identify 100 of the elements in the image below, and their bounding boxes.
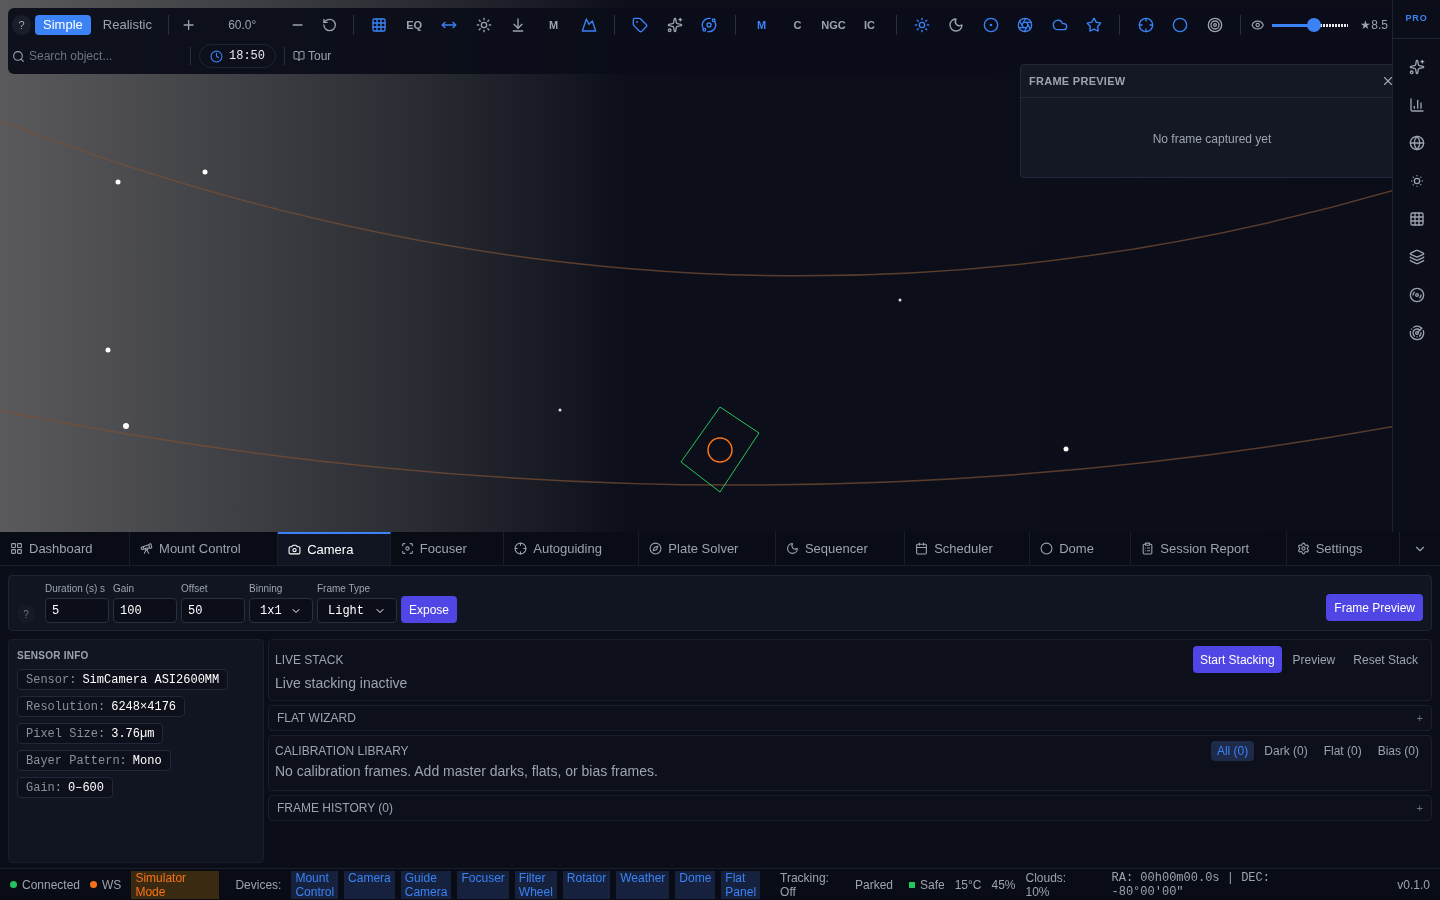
disc-icon[interactable] <box>1408 287 1425 303</box>
tab[interactable]: Dome <box>1030 532 1132 565</box>
tab[interactable]: Settings <box>1286 532 1401 565</box>
tab[interactable]: Plate Solver <box>639 532 776 565</box>
close-icon[interactable] <box>1381 74 1392 88</box>
input-field[interactable]: 5 <box>45 598 109 623</box>
filter-tab[interactable]: Flat (0) <box>1317 741 1368 761</box>
bar-chart-icon[interactable] <box>1408 97 1425 113</box>
field-label: Gain <box>113 582 136 596</box>
start-stacking-button[interactable]: Start Stacking <box>1192 646 1282 673</box>
field-label: Duration (s) s <box>45 582 106 596</box>
device-chip[interactable]: Focuser <box>457 870 509 899</box>
tab[interactable]: Autoguiding <box>504 532 640 565</box>
sparkles-icon[interactable] <box>1408 59 1425 75</box>
property-label: Bayer Pattern: <box>26 752 127 770</box>
frame-history-panel[interactable]: FRAME HISTORY (0) + <box>268 795 1432 821</box>
moon-icon <box>785 542 799 555</box>
field-label: Frame Type <box>317 582 372 596</box>
input-field[interactable]: 100 <box>113 598 177 623</box>
circle-dot-icon[interactable] <box>982 17 999 33</box>
catalog-toggle[interactable]: M <box>745 13 778 37</box>
device-chip[interactable]: Weather <box>616 870 670 899</box>
frame-preview-button[interactable]: Frame Preview <box>1326 594 1423 621</box>
filter-tab[interactable]: All (0) <box>1210 741 1255 761</box>
small-sun-icon[interactable] <box>913 17 930 33</box>
aperture-icon[interactable] <box>1017 17 1034 33</box>
grid-icon[interactable] <box>370 17 387 33</box>
filter-tab[interactable]: Dark (0) <box>1258 741 1314 761</box>
catalog-toggle[interactable]: C <box>781 13 814 37</box>
mode-toggle[interactable]: Simple <box>35 15 91 35</box>
property-value: 0–600 <box>68 779 105 797</box>
filter-tab[interactable]: Bias (0) <box>1371 741 1425 761</box>
tab[interactable]: Session Report <box>1131 532 1287 565</box>
tab[interactable]: Dashboard <box>0 532 131 565</box>
property-value: Mono <box>132 752 162 770</box>
device-chip[interactable]: Flat Panel <box>721 870 761 899</box>
stack-status: Live stacking inactive <box>275 674 409 693</box>
tag-icon[interactable] <box>632 17 649 33</box>
telescope-icon <box>140 542 154 555</box>
search-field[interactable]: Search object... <box>29 47 169 65</box>
device-chip[interactable]: Camera <box>344 870 395 899</box>
catalog-toggle[interactable]: NGC <box>817 13 850 37</box>
device-chip[interactable]: Filter Wheel <box>514 870 557 899</box>
device-chip[interactable]: Dome <box>675 870 716 899</box>
section-title: LIVE STACK <box>275 651 344 669</box>
sun-icon[interactable] <box>475 17 492 33</box>
tracking-status: Tracking: Off <box>780 870 829 899</box>
help-button[interactable]: ? <box>17 605 35 623</box>
expand-toggle[interactable]: + <box>1416 709 1423 727</box>
safety-status: Safe <box>920 877 945 892</box>
property-label: Gain: <box>26 779 62 797</box>
input-field[interactable]: 50 <box>181 598 245 623</box>
tour-button[interactable]: Tour <box>293 47 332 65</box>
cloud-icon[interactable] <box>1051 17 1068 33</box>
humidity: 45% <box>991 877 1016 892</box>
catalog-toggle[interactable]: IC <box>853 13 886 37</box>
target-icon[interactable] <box>1206 17 1223 33</box>
version: v0.1.0 <box>1397 877 1430 892</box>
dropdown[interactable]: Light <box>317 598 397 623</box>
status-label: Connected <box>22 877 81 892</box>
clock-icon <box>210 49 223 63</box>
field-label: Binning <box>249 582 284 596</box>
stack-button[interactable]: Reset Stack <box>1346 646 1425 673</box>
radar-icon[interactable] <box>1408 325 1425 341</box>
star-icon[interactable] <box>1086 17 1103 33</box>
flat-wizard-panel[interactable]: FLAT WIZARD + <box>268 705 1432 731</box>
mode-toggle[interactable]: Realistic <box>94 15 160 35</box>
tab[interactable]: Scheduler <box>905 532 1031 565</box>
device-chip[interactable]: Rotator <box>562 870 611 899</box>
catalog-toggle[interactable]: EQ <box>398 13 431 37</box>
property-label: Sensor: <box>26 671 77 689</box>
coordinates: RA: 00h00m00.0s | DEC: -80°00'00" <box>1111 870 1271 899</box>
layers-icon[interactable] <box>1408 249 1425 265</box>
sun-icon[interactable] <box>1408 173 1425 189</box>
section-title: SENSOR INFO <box>17 649 90 663</box>
dropdown[interactable]: 1x1 <box>249 598 313 623</box>
tab[interactable]: Camera <box>278 532 391 565</box>
device-chip[interactable]: Mount Control <box>291 870 339 899</box>
field-of-view: 60.0° <box>227 17 258 34</box>
grid-icon[interactable] <box>1408 211 1425 227</box>
reset-icon[interactable] <box>321 17 337 33</box>
expose-button[interactable]: Expose <box>401 596 458 623</box>
sparkles-icon[interactable] <box>666 17 683 33</box>
crosshair-icon[interactable] <box>1137 17 1154 33</box>
circle-icon[interactable] <box>1172 17 1189 33</box>
tab[interactable]: Focuser <box>390 532 505 565</box>
magnitude-slider[interactable] <box>1272 18 1349 32</box>
help-button[interactable]: ? <box>12 15 32 35</box>
crosshair-icon <box>514 542 528 555</box>
moon-icon[interactable] <box>948 17 965 33</box>
stack-button[interactable]: Preview <box>1285 646 1343 673</box>
orbit-icon[interactable] <box>701 17 718 33</box>
catalog-toggle[interactable]: M <box>537 13 570 37</box>
section-title: FLAT WIZARD <box>277 710 356 727</box>
field-label: Offset <box>181 582 209 596</box>
device-chip[interactable]: Guide Camera <box>400 870 452 899</box>
tab[interactable]: Sequencer <box>775 532 906 565</box>
mountain-icon[interactable] <box>580 17 597 33</box>
globe-icon[interactable] <box>1408 135 1425 151</box>
expand-toggle[interactable]: + <box>1416 799 1423 817</box>
